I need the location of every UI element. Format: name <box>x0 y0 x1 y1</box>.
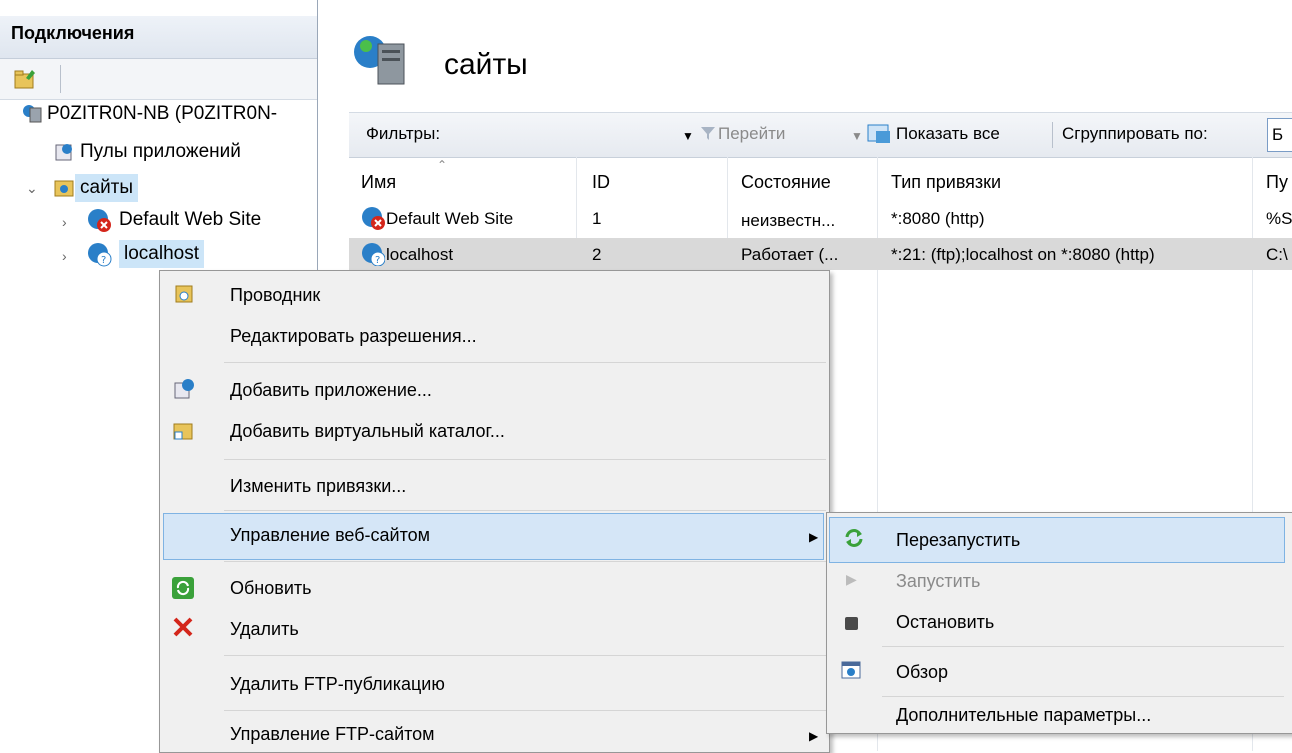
menu-item-delete-ftp-publishing[interactable]: Удалить FTP-публикацию <box>230 674 445 695</box>
page-title: сайты <box>444 48 528 81</box>
column-header-path[interactable]: Пу <box>1266 172 1288 193</box>
sort-ascending-icon: ⌃ <box>437 158 448 172</box>
tree-server[interactable]: P0ZITR0N-NB (P0ZITR0N- <box>47 100 277 128</box>
row-path: C:\ <box>1266 245 1288 264</box>
restart-icon <box>845 529 863 547</box>
row-name[interactable]: localhost <box>386 245 453 265</box>
submenu-item-advanced-settings[interactable]: Дополнительные параметры... <box>896 705 1151 726</box>
menu-item-explorer[interactable]: Проводник <box>230 285 320 306</box>
column-header-state[interactable]: Состояние <box>741 172 831 193</box>
tree-sites[interactable]: сайты <box>75 174 139 202</box>
site-stopped-icon <box>362 207 385 230</box>
submenu-arrow-icon: ▶ <box>809 530 819 544</box>
menu-icon-gutter <box>160 271 205 751</box>
funnel-icon <box>701 127 715 140</box>
row-binding: *:21: (ftp);localhost on *:8080 (http) <box>891 245 1155 264</box>
chevron-right-icon[interactable]: › <box>62 214 67 230</box>
menu-item-edit-permissions[interactable]: Редактировать разрешения... <box>230 326 477 347</box>
sites-page-icon <box>354 36 405 85</box>
row-state: Работает (... <box>741 245 839 264</box>
column-header-binding[interactable]: Тип привязки <box>891 172 1001 193</box>
app-pools-icon <box>55 144 72 161</box>
tree-localhost[interactable]: localhost <box>119 240 204 268</box>
submenu-item-browse[interactable]: Обзор <box>896 662 948 683</box>
column-header-name[interactable]: Имя <box>361 172 396 193</box>
explorer-icon <box>175 285 193 303</box>
stop-icon <box>845 617 858 630</box>
row-name[interactable]: Default Web Site <box>386 209 513 229</box>
menu-separator <box>224 510 826 511</box>
toolbar-divider <box>60 65 61 93</box>
chevron-right-icon[interactable]: › <box>62 248 67 264</box>
svg-text:?: ? <box>101 255 106 266</box>
menu-separator <box>882 696 1284 697</box>
row-state: неизвестн... <box>741 211 836 230</box>
filter-dropdown-arrow-icon[interactable]: ▼ <box>682 129 694 143</box>
site-unknown-icon: ? <box>88 243 112 267</box>
menu-separator <box>224 655 826 656</box>
go-dropdown-icon[interactable]: ▼ <box>851 129 863 143</box>
menu-separator <box>224 710 826 711</box>
site-unknown-icon: ? <box>362 243 385 266</box>
submenu-item-restart[interactable]: Перезапустить <box>896 530 1020 551</box>
add-application-icon <box>174 379 194 399</box>
connect-icon[interactable] <box>12 66 38 92</box>
tree-app-pools[interactable]: Пулы приложений <box>80 138 241 166</box>
menu-separator <box>224 459 826 460</box>
row-id: 2 <box>592 245 602 264</box>
site-stopped-icon <box>88 209 111 232</box>
row-binding: *:8080 (http) <box>891 209 985 228</box>
menu-item-edit-bindings[interactable]: Изменить привязки... <box>230 476 406 497</box>
refresh-icon <box>172 577 194 599</box>
menu-item-add-virtual-directory[interactable]: Добавить виртуальный каталог... <box>230 421 505 442</box>
tree-default-web-site[interactable]: Default Web Site <box>119 206 261 234</box>
server-icon <box>23 105 42 123</box>
menu-item-delete[interactable]: Удалить <box>230 619 299 640</box>
show-all-button[interactable]: Показать все <box>896 124 1000 144</box>
menu-item-add-application[interactable]: Добавить приложение... <box>230 380 432 401</box>
row-id: 1 <box>592 209 602 228</box>
submenu-arrow-icon: ▶ <box>809 729 819 743</box>
menu-separator <box>224 362 826 363</box>
group-by-select[interactable]: Б <box>1267 118 1292 152</box>
menu-separator <box>882 646 1284 647</box>
add-virtual-directory-icon <box>173 423 193 440</box>
chevron-down-icon[interactable]: ⌄ <box>26 180 38 197</box>
connections-title: Подключения <box>11 23 135 43</box>
menu-separator <box>224 561 826 562</box>
filter-divider <box>1052 122 1053 148</box>
start-icon: ▶ <box>846 571 857 587</box>
go-button[interactable]: Перейти <box>718 124 785 144</box>
group-by-label: Сгруппировать по: <box>1062 124 1208 143</box>
menu-item-manage-ftp-site[interactable]: Управление FTP-сайтом <box>230 724 435 745</box>
sites-folder-icon <box>54 180 74 197</box>
browse-icon <box>841 661 861 679</box>
submenu-item-stop[interactable]: Остановить <box>896 612 994 633</box>
filter-label: Фильтры: <box>366 124 441 143</box>
row-path: %S <box>1266 209 1292 228</box>
show-all-icon <box>867 124 890 143</box>
menu-item-manage-website[interactable]: Управление веб-сайтом <box>230 525 430 546</box>
svg-text:?: ? <box>375 255 380 266</box>
connections-toolbar <box>0 59 317 100</box>
menu-item-refresh[interactable]: Обновить <box>230 578 312 599</box>
submenu-item-start: Запустить <box>896 571 981 591</box>
delete-icon <box>173 617 193 637</box>
column-header-id[interactable]: ID <box>592 172 610 193</box>
